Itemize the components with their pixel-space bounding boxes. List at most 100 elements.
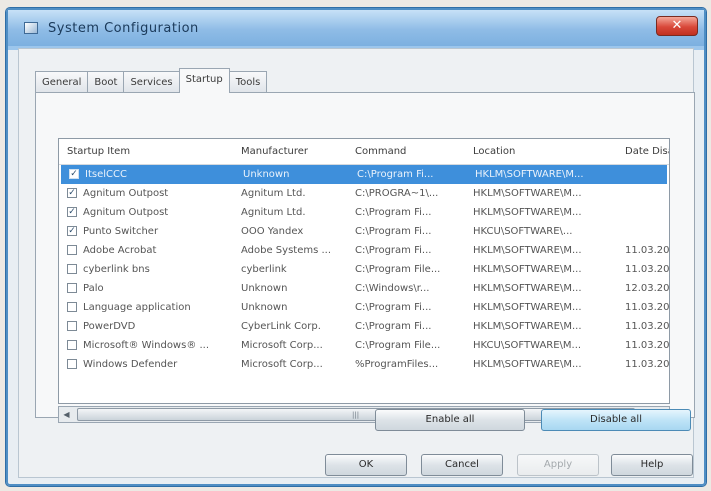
date-disabled-cell: 11.03.2009 xyxy=(625,321,670,332)
startup-item-name: Palo xyxy=(83,283,104,294)
command-cell: C:\Program Fi... xyxy=(355,207,432,218)
table-row[interactable]: Windows Defender Microsoft Corp... %Progra… xyxy=(59,355,669,374)
table-row[interactable]: Language application Unknown C:\Program Fi… xyxy=(59,298,669,317)
command-cell: C:\Program Fi... xyxy=(355,321,432,332)
startup-item-checkbox[interactable] xyxy=(67,245,77,255)
date-disabled-cell: 11.03.2009 xyxy=(625,340,670,351)
table-row[interactable]: Palo Unknown C:\Windows\r... HKLM\SOFTWARE\… xyxy=(59,279,669,298)
tab-strip: General Boot Services Startup Tools xyxy=(35,68,268,93)
startup-item-name: Adobe Acrobat xyxy=(83,245,157,256)
manufacturer-cell: Unknown xyxy=(243,169,290,180)
startup-item-name: Microsoft® Windows® ... xyxy=(83,340,210,351)
column-header-startup-item[interactable]: Startup Item xyxy=(67,139,237,165)
table-row[interactable]: cyberlink bns cyberlink C:\Program File...… xyxy=(59,260,669,279)
command-cell: C:\PROGRA~1\... xyxy=(355,188,439,199)
command-cell: C:\Program Fi... xyxy=(355,245,432,256)
column-header-date-disabled[interactable]: Date Disabl xyxy=(625,139,669,165)
manufacturer-cell: Adobe Systems ... xyxy=(241,245,332,256)
tab-boot[interactable]: Boot xyxy=(87,71,125,93)
command-cell: %ProgramFiles... xyxy=(355,359,439,370)
manufacturer-cell: cyberlink xyxy=(241,264,287,275)
table-row[interactable]: ✓ Agnitum Outpost Agnitum Ltd. C:\PROGRA~1\… xyxy=(59,184,669,203)
command-cell: C:\Windows\r... xyxy=(355,283,430,294)
help-button[interactable]: Help xyxy=(611,454,693,476)
location-cell: HKLM\SOFTWARE\M... xyxy=(473,283,582,294)
command-cell: C:\Program File... xyxy=(355,264,441,275)
column-header-location[interactable]: Location xyxy=(473,139,621,165)
startup-item-name: cyberlink bns xyxy=(83,264,150,275)
location-cell: HKLM\SOFTWARE\M... xyxy=(473,245,582,256)
startup-item-checkbox[interactable]: ✓ xyxy=(67,188,77,198)
manufacturer-cell: Microsoft Corp... xyxy=(241,340,323,351)
disable-all-button[interactable]: Disable all xyxy=(541,409,691,431)
date-disabled-cell: 11.03.2009 xyxy=(625,245,670,256)
system-configuration-window: System Configuration ✕ General Boot Serv… xyxy=(6,8,706,486)
tab-general[interactable]: General xyxy=(35,71,89,93)
location-cell: HKLM\SOFTWARE\M... xyxy=(473,188,582,199)
command-cell: C:\Program Fi... xyxy=(355,226,432,237)
manufacturer-cell: Unknown xyxy=(241,302,288,313)
list-header: Startup Item Manufacturer Command Locati… xyxy=(59,139,669,165)
table-row[interactable]: ✓ Agnitum Outpost Agnitum Ltd. C:\Program F… xyxy=(59,203,669,222)
table-row[interactable]: Microsoft® Windows® ... Microsoft Corp...… xyxy=(59,336,669,355)
startup-item-name: PowerDVD xyxy=(83,321,136,332)
scroll-left-icon[interactable]: ◀ xyxy=(59,407,74,422)
close-button[interactable]: ✕ xyxy=(656,16,698,36)
startup-item-checkbox[interactable]: ✓ xyxy=(67,207,77,217)
ok-button[interactable]: OK xyxy=(325,454,407,476)
manufacturer-cell: Microsoft Corp... xyxy=(241,359,323,370)
startup-item-checkbox[interactable] xyxy=(67,264,77,274)
table-row[interactable]: ✓ ItselCCC Unknown C:\Program Fi... HKLM\SOF… xyxy=(61,165,667,184)
startup-item-name: ItselCCC xyxy=(85,169,127,180)
startup-item-checkbox[interactable] xyxy=(67,283,77,293)
startup-item-checkbox[interactable]: ✓ xyxy=(67,226,77,236)
date-disabled-cell: 11.03.2009 xyxy=(625,302,670,313)
table-row[interactable]: Adobe Acrobat Adobe Systems ... C:\Program… xyxy=(59,241,669,260)
command-cell: C:\Program File... xyxy=(355,340,441,351)
startup-item-name: Agnitum Outpost xyxy=(83,188,169,199)
column-header-manufacturer[interactable]: Manufacturer xyxy=(241,139,351,165)
startup-item-name: Agnitum Outpost xyxy=(83,207,169,218)
date-disabled-cell: 12.03.2009 xyxy=(625,283,670,294)
title-bar[interactable]: System Configuration ✕ xyxy=(8,10,704,46)
startup-item-checkbox[interactable]: ✓ xyxy=(69,169,79,179)
enable-all-button[interactable]: Enable all xyxy=(375,409,525,431)
startup-item-checkbox[interactable] xyxy=(67,359,77,369)
date-disabled-cell: 11.03.2009 xyxy=(625,264,670,275)
manufacturer-cell: Unknown xyxy=(241,283,288,294)
tab-startup[interactable]: Startup xyxy=(178,68,230,93)
startup-items-list: Startup Item Manufacturer Command Locati… xyxy=(58,138,670,404)
startup-item-checkbox[interactable] xyxy=(67,321,77,331)
apply-button[interactable]: Apply xyxy=(517,454,599,476)
window-title: System Configuration xyxy=(48,21,199,36)
manufacturer-cell: OOO Yandex xyxy=(241,226,304,237)
tab-services[interactable]: Services xyxy=(123,71,180,93)
startup-item-name: Language application xyxy=(83,302,191,313)
location-cell: HKCU\SOFTWARE\M... xyxy=(473,340,582,351)
list-rows: ✓ ItselCCC Unknown C:\Program Fi... HKLM\SOF… xyxy=(59,165,669,374)
location-cell: HKCU\SOFTWARE\... xyxy=(473,226,573,237)
location-cell: HKLM\SOFTWARE\M... xyxy=(473,207,582,218)
manufacturer-cell: Agnitum Ltd. xyxy=(241,188,306,199)
location-cell: HKLM\SOFTWARE\M... xyxy=(473,359,582,370)
startup-item-checkbox[interactable] xyxy=(67,302,77,312)
table-row[interactable]: PowerDVD CyberLink Corp. C:\Program Fi... H… xyxy=(59,317,669,336)
startup-tab-panel: Startup Item Manufacturer Command Locati… xyxy=(35,92,695,423)
startup-item-name: Windows Defender xyxy=(83,359,178,370)
tab-tools[interactable]: Tools xyxy=(228,71,268,93)
manufacturer-cell: Agnitum Ltd. xyxy=(241,207,306,218)
date-disabled-cell: 11.03.2009 xyxy=(625,359,670,370)
startup-item-checkbox[interactable] xyxy=(67,340,77,350)
location-cell: HKLM\SOFTWARE\M... xyxy=(473,321,582,332)
command-cell: C:\Program Fi... xyxy=(355,302,432,313)
scrollbar-grip-icon: ||| xyxy=(352,411,360,419)
window-app-icon xyxy=(24,22,38,34)
location-cell: HKLM\SOFTWARE\M... xyxy=(473,302,582,313)
manufacturer-cell: CyberLink Corp. xyxy=(241,321,321,332)
table-row[interactable]: ✓ Punto Switcher OOO Yandex C:\Program Fi..… xyxy=(59,222,669,241)
location-cell: HKLM\SOFTWARE\M... xyxy=(475,169,584,180)
dialog-client-area: General Boot Services Startup Tools Star… xyxy=(18,48,695,478)
cancel-button[interactable]: Cancel xyxy=(421,454,503,476)
column-header-command[interactable]: Command xyxy=(355,139,469,165)
location-cell: HKLM\SOFTWARE\M... xyxy=(473,264,582,275)
